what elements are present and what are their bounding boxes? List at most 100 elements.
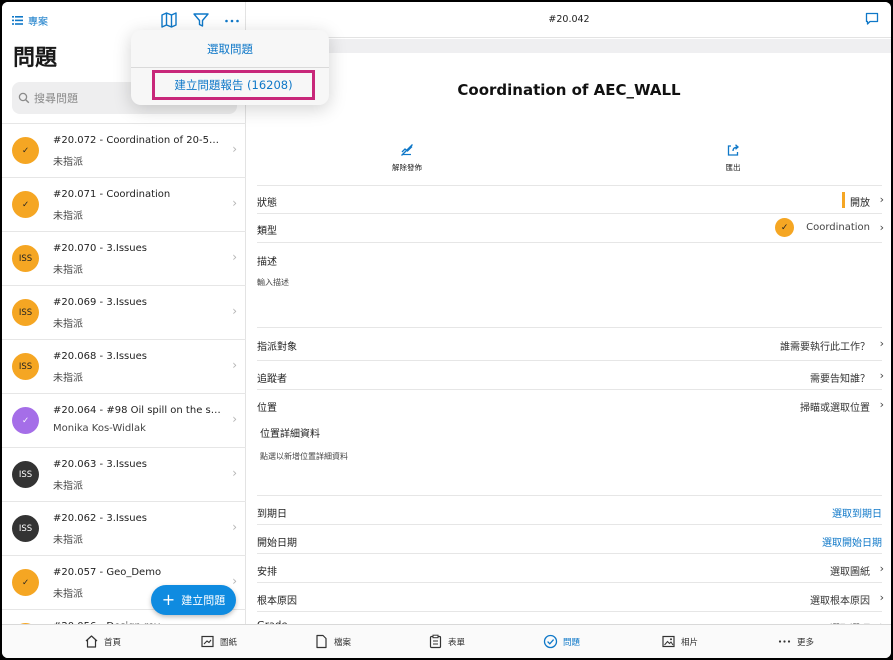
status-field[interactable]: 狀態 開放 ›	[257, 185, 884, 214]
tab-sheets[interactable]: 圖紙	[200, 634, 237, 649]
check-badge-icon: ✓	[12, 407, 39, 434]
more-icon	[778, 640, 791, 643]
start-date-value[interactable]: 選取開始日期	[822, 534, 882, 549]
export-label: 匯出	[725, 163, 741, 172]
assignee-label: 指派對象	[257, 342, 297, 353]
bottom-tab-bar: 首頁 圖紙 檔案 表單 問題 相片 更多	[2, 624, 891, 658]
root-cause-field[interactable]: 根本原因 選取根本原因 ›	[257, 583, 884, 612]
export-button[interactable]: 匯出	[703, 143, 763, 173]
issue-type-badge: ISS	[12, 461, 39, 488]
issue-type-badge: ISS	[12, 245, 39, 272]
tab-photos[interactable]: 相片	[661, 634, 698, 649]
issue-list-item[interactable]: ISS #20.068 - 3.Issues 未指派 ›	[2, 340, 246, 394]
location-value: 掃瞄或選取位置	[800, 403, 870, 414]
type-value: Coordination	[806, 222, 870, 233]
tab-photos-label: 相片	[681, 637, 699, 648]
location-label: 位置	[257, 403, 277, 414]
location-detail-label: 位置詳細資料	[260, 429, 320, 440]
issue-assignee: 未指派	[53, 265, 83, 276]
type-field[interactable]: 類型 ✓ Coordination ›	[257, 214, 884, 243]
root-cause-value: 選取根本原因	[810, 596, 870, 607]
chevron-right-icon: ›	[232, 304, 237, 318]
sheets-icon	[201, 635, 214, 648]
issue-list-item[interactable]: ISS #20.063 - 3.Issues 未指派 ›	[2, 448, 246, 502]
assignee-field[interactable]: 指派對象 誰需要執行此工作？ ›	[257, 328, 884, 361]
issue-list-item[interactable]: ✓ #20.064 - #98 Oil spill on the sec... Mo…	[2, 394, 246, 448]
due-date-value[interactable]: 選取到期日	[832, 505, 882, 520]
issue-list-item[interactable]: ISS #20.069 - 3.Issues 未指派 ›	[2, 286, 246, 340]
issue-list-item[interactable]: ISS #20.062 - 3.Issues 未指派 ›	[2, 502, 246, 556]
issue-assignee: 未指派	[53, 535, 83, 546]
chevron-right-icon: ›	[879, 369, 884, 382]
tab-more[interactable]: 更多	[777, 634, 814, 649]
issue-title: #20.063 - 3.Issues	[53, 459, 147, 470]
due-date-field[interactable]: 到期日 選取到期日	[257, 496, 882, 525]
watchers-field[interactable]: 追蹤者 需要告知誰？ ›	[257, 361, 884, 390]
issue-list-item[interactable]: ✓ #20.072 - Coordination of 20-55 T... 未指派…	[2, 124, 246, 178]
start-date-label: 開始日期	[257, 538, 297, 549]
watchers-value: 需要告知誰？	[810, 374, 870, 385]
tab-issues[interactable]: 問題	[543, 634, 580, 649]
clipboard-icon	[429, 634, 442, 649]
issue-title: #20.072 - Coordination of 20-55 T...	[53, 135, 225, 146]
issue-assignee: 未指派	[53, 589, 83, 600]
issue-assignee: 未指派	[53, 373, 83, 384]
due-date-label: 到期日	[257, 509, 287, 520]
check-badge-icon: ✓	[12, 191, 39, 218]
chevron-right-icon: ›	[232, 574, 237, 588]
search-icon	[18, 92, 30, 104]
create-issue-report-menu-item[interactable]: 建立問題報告 (16208)	[152, 70, 315, 100]
tab-more-label: 更多	[797, 637, 815, 648]
unpublish-icon	[401, 144, 413, 156]
issue-assignee: 未指派	[53, 157, 83, 168]
filter-icon[interactable]	[192, 11, 210, 29]
tab-home[interactable]: 首頁	[84, 634, 121, 649]
tab-forms[interactable]: 表單	[428, 634, 465, 649]
issue-assignee: 未指派	[53, 211, 83, 222]
status-label: 狀態	[257, 198, 277, 209]
select-issues-menu-item[interactable]: 選取問題	[131, 30, 329, 68]
issue-detail-pane: #20.042 Coordination of AEC_WALL 解除發佈 匯出…	[247, 2, 891, 635]
comment-icon[interactable]	[865, 12, 879, 26]
create-issue-button[interactable]: + 建立問題	[151, 585, 236, 615]
issue-list-item[interactable]: ISS #20.070 - 3.Issues 未指派 ›	[2, 232, 246, 286]
tab-forms-label: 表單	[448, 637, 466, 648]
issue-list-item[interactable]: ✓ #20.071 - Coordination 未指派 ›	[2, 178, 246, 232]
description-field[interactable]: 描述 輸入描述	[257, 243, 882, 328]
tab-sheets-label: 圖紙	[220, 637, 238, 648]
header-band	[247, 39, 891, 53]
issue-assignee: 未指派	[53, 319, 83, 330]
project-label: 專案	[28, 17, 48, 28]
description-placeholder: 輸入描述	[257, 278, 289, 287]
chevron-right-icon: ›	[879, 591, 884, 604]
issue-title: #20.062 - 3.Issues	[53, 513, 147, 524]
chevron-right-icon: ›	[232, 412, 237, 426]
chevron-right-icon: ›	[879, 337, 884, 350]
more-icon[interactable]	[223, 11, 241, 29]
chevron-right-icon: ›	[232, 196, 237, 210]
app-frame: 專案 問題 ✓ #20.072 - Coordination of 20-55 T…	[2, 2, 891, 658]
issue-title: #20.071 - Coordination	[53, 189, 171, 200]
chevron-right-icon: ›	[879, 398, 884, 411]
tab-issues-label: 問題	[563, 637, 581, 648]
placement-field[interactable]: 安排 選取圖紙 ›	[257, 554, 884, 583]
issue-title: #20.064 - #98 Oil spill on the sec...	[53, 405, 225, 416]
issue-title: #20.070 - 3.Issues	[53, 243, 147, 254]
project-button[interactable]: 專案	[12, 13, 48, 28]
issue-assignee: Monika Kos-Widlak	[53, 423, 146, 434]
location-detail-placeholder[interactable]: 點選以新增位置詳細資料	[260, 451, 348, 462]
photo-icon	[662, 635, 675, 648]
type-value-wrap: ✓ Coordination	[775, 218, 870, 237]
start-date-field[interactable]: 開始日期 選取開始日期	[257, 525, 882, 554]
map-icon[interactable]	[160, 11, 178, 29]
issue-assignee: 未指派	[53, 481, 83, 492]
tab-files[interactable]: 檔案	[314, 634, 351, 649]
watchers-label: 追蹤者	[257, 374, 287, 385]
description-label: 描述	[257, 257, 277, 268]
share-icon	[727, 144, 739, 156]
detail-header: #20.042	[247, 2, 891, 38]
location-field[interactable]: 位置 掃瞄或選取位置 › 位置詳細資料 點選以新增位置詳細資料	[257, 390, 884, 496]
assignee-value: 誰需要執行此工作？	[780, 342, 870, 353]
root-cause-label: 根本原因	[257, 596, 297, 607]
unpublish-button[interactable]: 解除發佈	[377, 143, 437, 173]
